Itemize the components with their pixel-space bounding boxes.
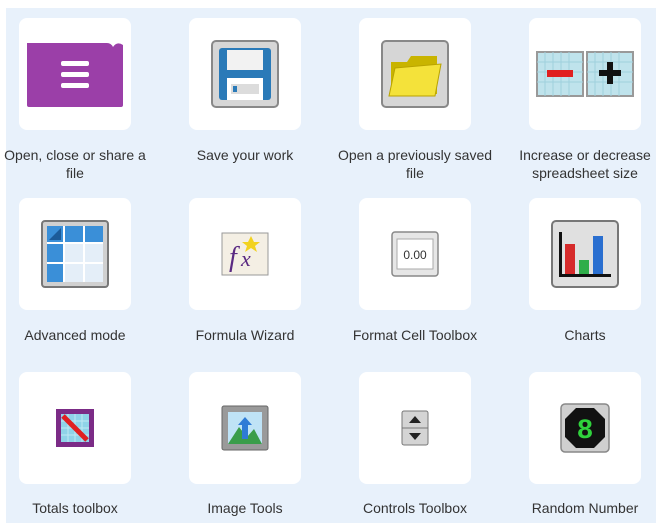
tool-format-cell-label: Format Cell Toolbox (352, 327, 478, 343)
tool-image-tools-button[interactable] (189, 372, 301, 484)
tool-image-tools-label: Image Tools (207, 500, 283, 516)
random-number-icon: 8 (560, 403, 610, 453)
tool-save-label: Save your work (196, 147, 294, 163)
formula-fx-icon: f x (221, 232, 269, 276)
tool-open-saved-button[interactable] (359, 18, 471, 130)
tool-formula-wizard-label: Formula Wizard (195, 327, 295, 343)
tool-random-number-label: Random Number (531, 500, 639, 516)
tool-advanced-mode-button[interactable] (19, 198, 131, 310)
floppy-disk-icon (211, 40, 279, 108)
tool-random-number-button[interactable]: 8 (529, 372, 641, 484)
format-cell-icon: 0.00 (391, 231, 439, 277)
random-number-digit: 8 (577, 416, 594, 447)
tool-totals-label: Totals toolbox (32, 500, 118, 516)
tool-open-saved-label: Open a previously saved file (337, 147, 493, 181)
tool-controls-toolbox-button[interactable] (359, 372, 471, 484)
image-icon (221, 405, 269, 451)
tool-open-close-share-label: Open, close or share a file (4, 147, 146, 181)
spreadsheet-grid-icon (41, 220, 109, 288)
toolbox-panel: Open, close or share a file Save your wo… (4, 8, 656, 523)
spinner-control-icon (401, 410, 429, 446)
tool-formula-wizard-button[interactable]: f x (189, 198, 301, 310)
format-cell-icon-text: 0.00 (403, 248, 427, 262)
menu-file-icon (27, 43, 123, 107)
bar-chart-icon (551, 220, 619, 288)
tool-open-close-share-button[interactable] (19, 18, 131, 130)
resize-grid-icon (536, 51, 634, 97)
tool-resize-spreadsheet-button[interactable] (529, 18, 641, 130)
tool-charts-label: Charts (564, 327, 606, 343)
tool-advanced-mode-label: Advanced mode (24, 327, 126, 343)
tool-format-cell-button[interactable]: 0.00 (359, 198, 471, 310)
tool-totals-button[interactable] (19, 372, 131, 484)
tool-controls-toolbox-label: Controls Toolbox (362, 500, 468, 516)
svg-text:x: x (240, 246, 251, 271)
tool-resize-spreadsheet-label: Increase or decrease spreadsheet size (519, 147, 651, 181)
tool-save-button[interactable] (189, 18, 301, 130)
totals-icon (56, 409, 94, 447)
tool-charts-button[interactable] (529, 198, 641, 310)
folder-icon (381, 40, 449, 108)
